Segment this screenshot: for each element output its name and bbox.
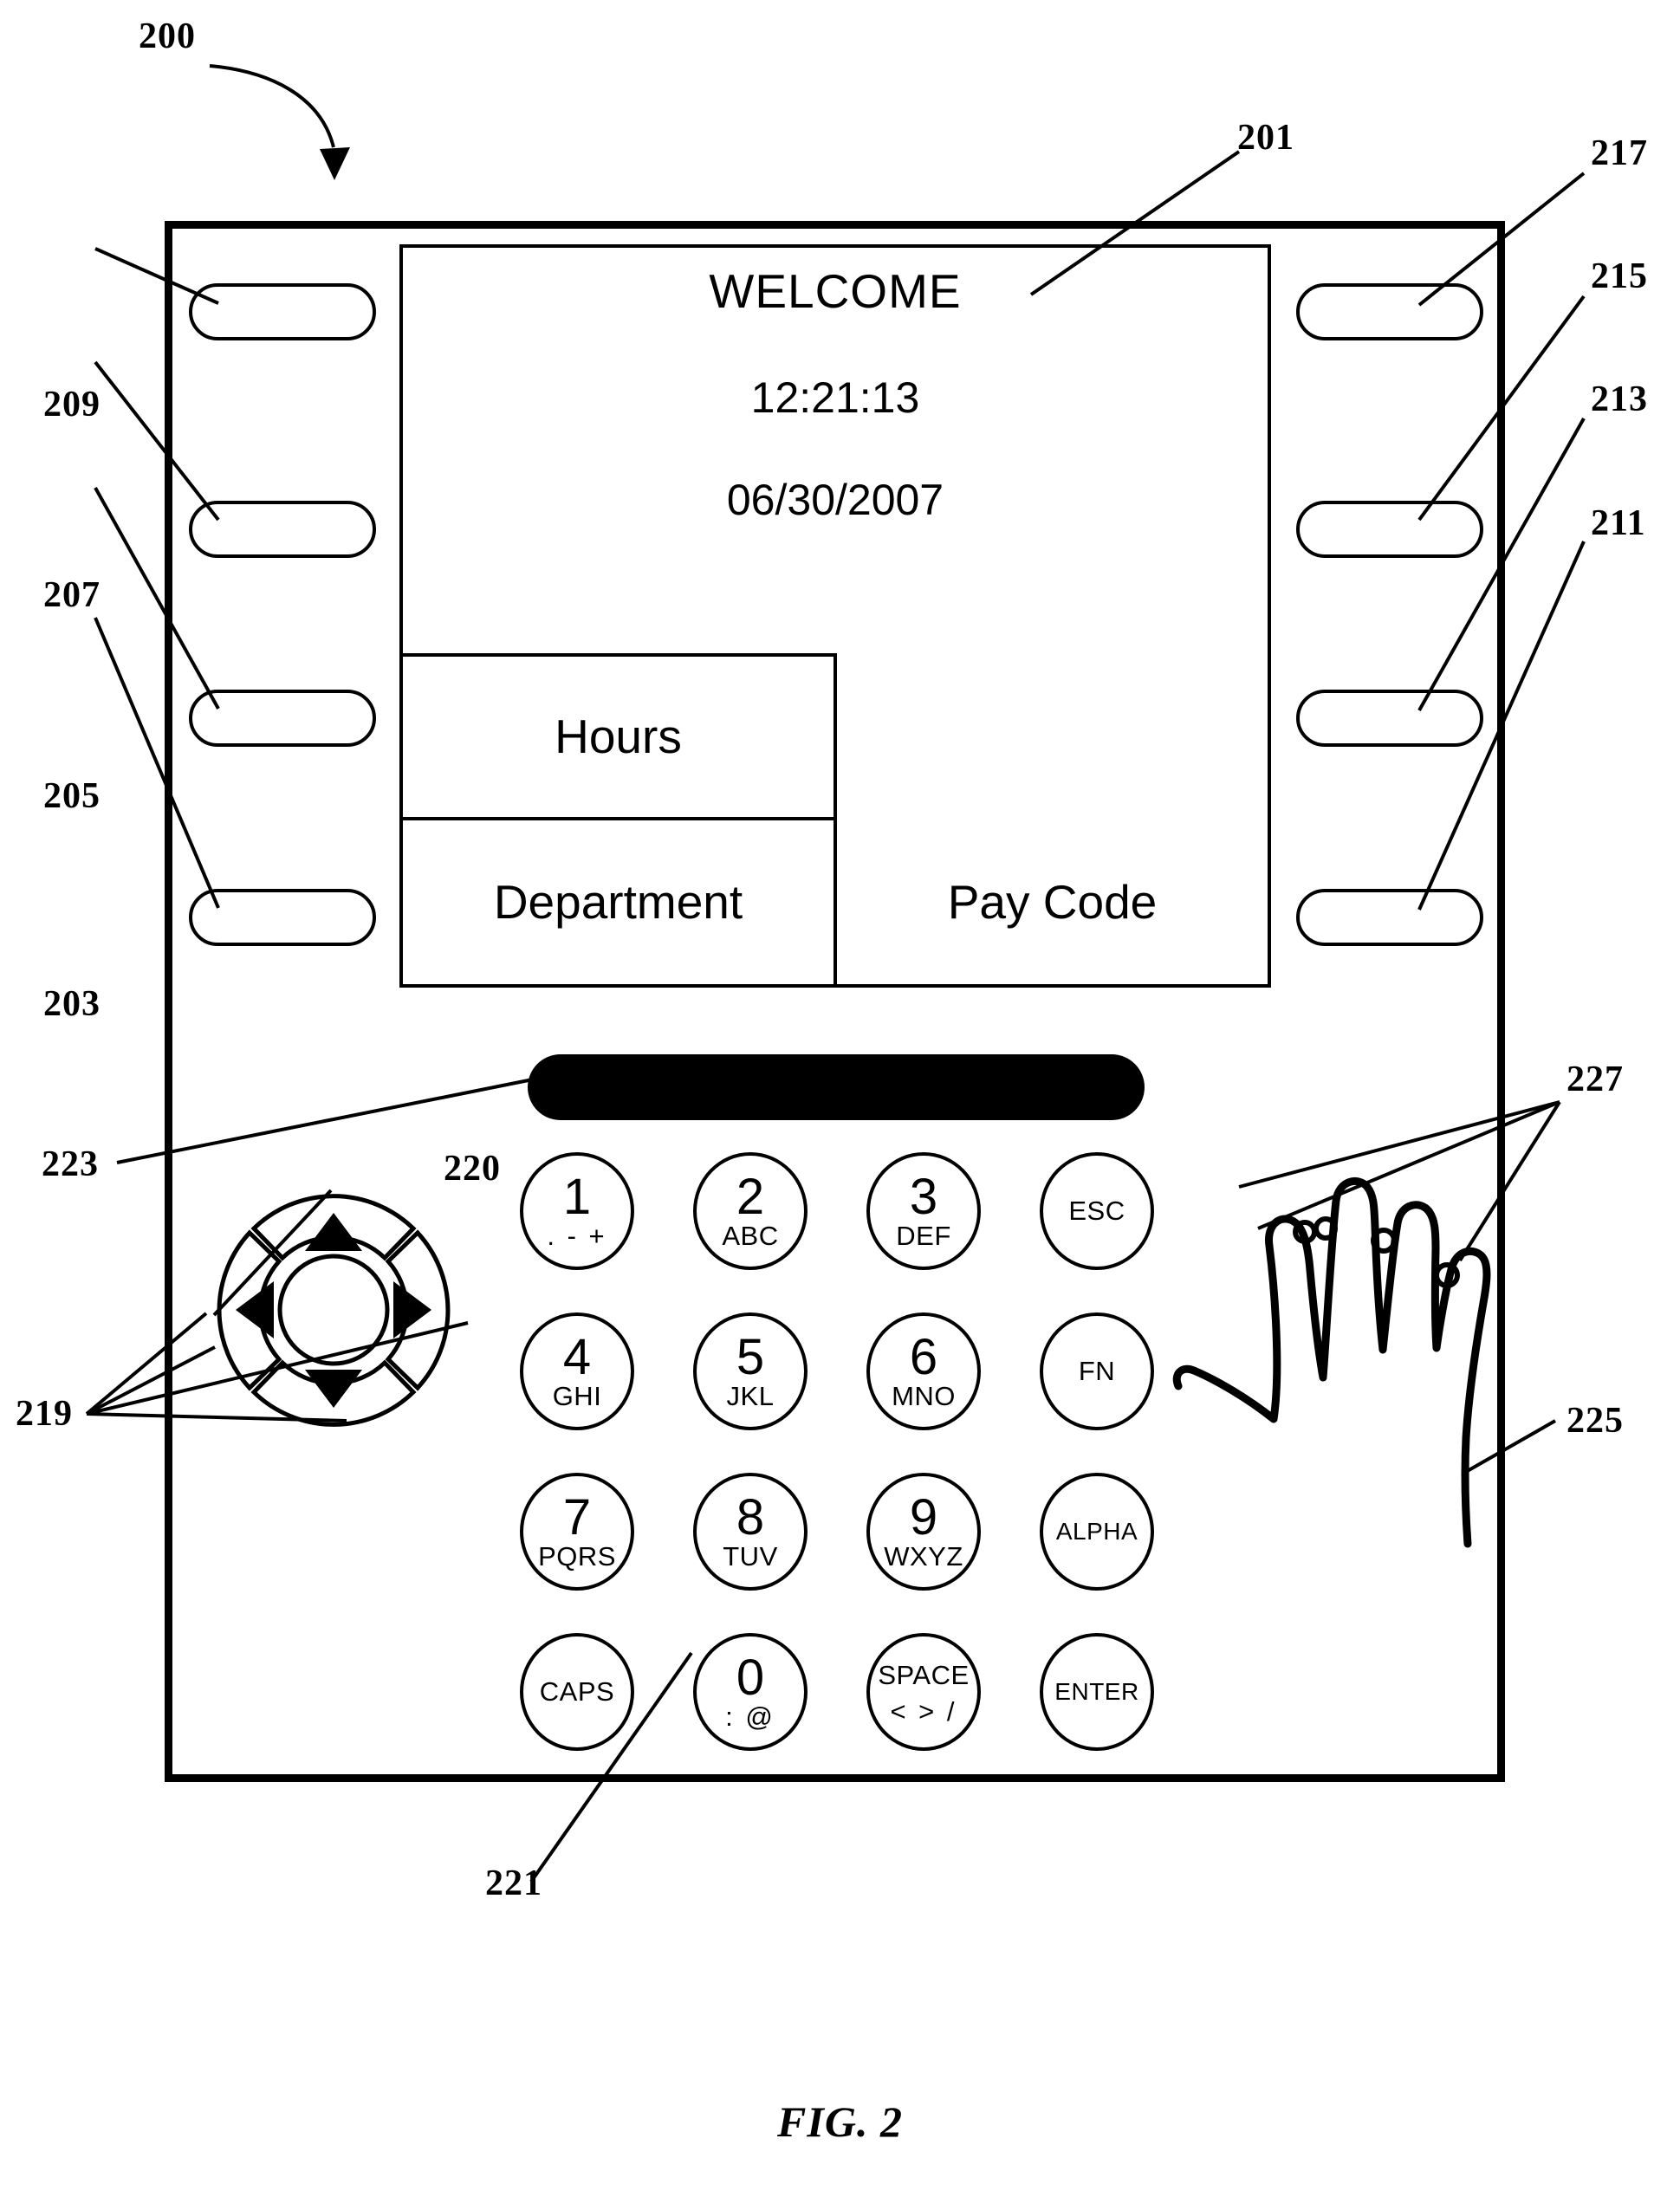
patent-figure: WELCOME 12:21:13 06/30/2007 Hours Depart… xyxy=(0,0,1680,2210)
key-7-digit: 7 xyxy=(562,1488,592,1546)
figure-caption: FIG. 2 xyxy=(777,2097,903,2146)
key-fn-label: FN xyxy=(1078,1356,1116,1386)
ref-211: 211 xyxy=(1591,503,1646,543)
key-esc[interactable]: ESC xyxy=(1040,1152,1154,1270)
key-0-letters: : @ xyxy=(725,1701,775,1733)
softkey-left-1[interactable] xyxy=(189,283,376,340)
badge-reader-slot[interactable] xyxy=(528,1054,1145,1120)
navigation-pad[interactable] xyxy=(182,1161,485,1460)
key-0[interactable]: 0 : @ xyxy=(693,1633,808,1751)
tile-hours[interactable]: Hours xyxy=(403,653,837,820)
navpad-graphic xyxy=(217,1194,451,1427)
softkey-right-4[interactable] xyxy=(1296,889,1483,946)
tile-pay-code[interactable]: Pay Code xyxy=(837,820,1268,984)
key-space-label: SPACE xyxy=(878,1659,970,1690)
key-space[interactable]: SPACE < > / xyxy=(866,1633,981,1751)
key-8[interactable]: 8 TUV xyxy=(693,1473,808,1591)
key-3-letters: DEF xyxy=(896,1221,951,1252)
softkey-right-2[interactable] xyxy=(1296,501,1483,558)
ref-215: 215 xyxy=(1591,256,1648,296)
ref-225: 225 xyxy=(1566,1401,1624,1441)
hand-outline xyxy=(1172,1176,1491,1548)
arrow-up-icon xyxy=(305,1213,362,1251)
key-2-letters: ABC xyxy=(722,1221,779,1252)
key-caps-label: CAPS xyxy=(539,1676,615,1707)
navpad-center-button xyxy=(277,1254,390,1366)
arrow-down-icon xyxy=(305,1370,362,1408)
key-8-digit: 8 xyxy=(736,1488,765,1546)
softkey-right-3[interactable] xyxy=(1296,690,1483,747)
hand-biometric-graphic xyxy=(1144,1118,1551,1611)
numeric-keypad[interactable]: 1 . - + 2 ABC 3 DEF ESC 4 GHI 5 JKL 6 MN… xyxy=(520,1152,1157,1772)
ref-220: 220 xyxy=(444,1149,501,1189)
ref-219: 219 xyxy=(16,1394,73,1434)
key-enter-label: ENTER xyxy=(1054,1678,1139,1705)
ref-200: 200 xyxy=(139,16,196,56)
key-9-letters: WXYZ xyxy=(884,1541,963,1572)
key-4-letters: GHI xyxy=(552,1381,602,1412)
key-3[interactable]: 3 DEF xyxy=(866,1152,981,1270)
date-text: 06/30/2007 xyxy=(726,476,944,524)
key-caps[interactable]: CAPS xyxy=(520,1633,634,1751)
key-6-digit: 6 xyxy=(909,1328,938,1385)
key-1-digit: 1 xyxy=(562,1168,592,1225)
key-4[interactable]: 4 GHI xyxy=(520,1312,634,1430)
screen-menu-tiles: Hours Department Pay Code xyxy=(403,653,1268,984)
key-5-letters: JKL xyxy=(726,1381,775,1412)
key-6[interactable]: 6 MNO xyxy=(866,1312,981,1430)
welcome-text: WELCOME xyxy=(709,264,962,318)
softkey-left-4[interactable] xyxy=(189,889,376,946)
arrow-left-icon xyxy=(236,1281,274,1338)
screen-status-area: WELCOME 12:21:13 06/30/2007 xyxy=(403,248,1268,653)
key-9-digit: 9 xyxy=(909,1488,938,1546)
softkey-left-3[interactable] xyxy=(189,690,376,747)
key-5[interactable]: 5 JKL xyxy=(693,1312,808,1430)
key-7-letters: PQRS xyxy=(538,1541,616,1572)
key-esc-label: ESC xyxy=(1068,1196,1125,1226)
ref-213: 213 xyxy=(1591,379,1648,419)
arrow-right-icon xyxy=(393,1281,431,1338)
key-1[interactable]: 1 . - + xyxy=(520,1152,634,1270)
key-5-digit: 5 xyxy=(736,1328,765,1385)
tile-department[interactable]: Department xyxy=(403,820,837,984)
ref-209: 209 xyxy=(43,385,101,425)
key-2[interactable]: 2 ABC xyxy=(693,1152,808,1270)
ref-201: 201 xyxy=(1237,118,1294,158)
ref-203: 203 xyxy=(43,984,101,1024)
key-8-letters: TUV xyxy=(723,1541,778,1572)
key-alpha[interactable]: ALPHA xyxy=(1040,1473,1154,1591)
key-1-letters: . - + xyxy=(547,1221,607,1252)
key-9[interactable]: 9 WXYZ xyxy=(866,1473,981,1591)
ref-223: 223 xyxy=(42,1144,99,1184)
ref-227: 227 xyxy=(1566,1060,1624,1099)
key-6-letters: MNO xyxy=(892,1381,956,1412)
softkey-left-2[interactable] xyxy=(189,501,376,558)
key-alpha-label: ALPHA xyxy=(1055,1518,1138,1545)
key-fn[interactable]: FN xyxy=(1040,1312,1154,1430)
key-2-digit: 2 xyxy=(736,1168,765,1225)
ref-217: 217 xyxy=(1591,133,1648,173)
key-3-digit: 3 xyxy=(909,1168,938,1225)
key-enter[interactable]: ENTER xyxy=(1040,1633,1154,1751)
leader-200 xyxy=(209,64,335,148)
ref-221: 221 xyxy=(485,1863,542,1903)
key-4-digit: 4 xyxy=(562,1328,592,1385)
ref-205: 205 xyxy=(43,776,101,816)
clock-text: 12:21:13 xyxy=(750,373,920,422)
leader-200-arrowhead xyxy=(320,147,350,180)
key-space-symbols: < > / xyxy=(890,1695,957,1727)
softkey-right-1[interactable] xyxy=(1296,283,1483,340)
ref-207: 207 xyxy=(43,575,101,615)
key-0-digit: 0 xyxy=(736,1649,765,1706)
key-7[interactable]: 7 PQRS xyxy=(520,1473,634,1591)
display-screen: WELCOME 12:21:13 06/30/2007 Hours Depart… xyxy=(399,244,1271,988)
